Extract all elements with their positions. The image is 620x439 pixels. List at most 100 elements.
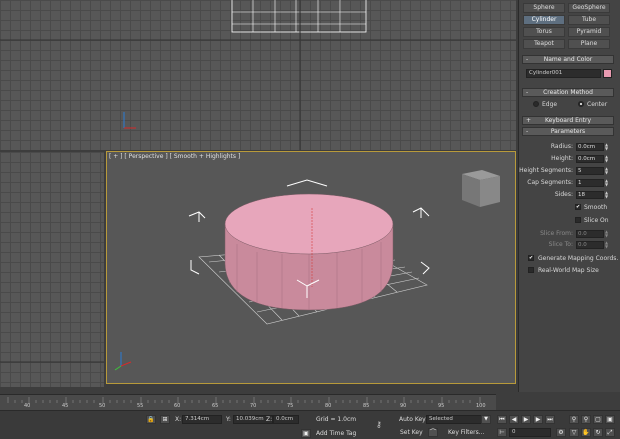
height-segments-spinner-icon[interactable]: ▲ ▼ <box>605 167 610 175</box>
sides-spinner-icon[interactable]: ▲ ▼ <box>605 191 610 199</box>
maximize-viewport-icon[interactable]: ⤢ <box>605 428 615 437</box>
timeline-tick: 85 <box>363 403 370 409</box>
top-view-geometry <box>0 0 516 150</box>
cap-segments-spinner-icon[interactable]: ▲ ▼ <box>605 179 610 187</box>
radius-field[interactable]: 0.0cm <box>576 143 604 151</box>
timeline-tick: 65 <box>212 403 219 409</box>
set-key-icon[interactable]: ⌒ <box>428 428 438 437</box>
zoom-icon[interactable]: ⚲ <box>569 415 579 424</box>
cylinder-button[interactable]: Cylinder <box>523 15 565 25</box>
previous-frame-icon[interactable]: ◀ <box>509 415 519 424</box>
timeline-tick: 60 <box>174 403 181 409</box>
timeline-tick: 50 <box>99 403 106 409</box>
play-icon[interactable]: ▶ <box>521 415 531 424</box>
viewport-perspective[interactable]: [ + ] [ Perspective ] [ Smooth + Highlig… <box>106 151 516 384</box>
name-and-color-rollout[interactable]: - Name and Color <box>522 55 614 64</box>
zoom-all-icon[interactable]: ⚲ <box>581 415 591 424</box>
timeline-tick: 40 <box>24 403 31 409</box>
cap-segments-field[interactable]: 1 <box>576 179 604 187</box>
z-coord-field[interactable]: 0.0cm <box>273 415 299 424</box>
slice-from-field[interactable]: 0.0 <box>576 230 604 238</box>
slice-to-field[interactable]: 0.0 <box>576 241 604 249</box>
orbit-icon[interactable]: ↻ <box>593 428 603 437</box>
set-key-button[interactable]: Set Key <box>400 429 423 436</box>
go-to-end-icon[interactable]: ⏭ <box>545 415 555 424</box>
tube-button[interactable]: Tube <box>568 15 610 25</box>
go-to-start-icon[interactable]: ⏮ <box>497 415 507 424</box>
teapot-button[interactable]: Teapot <box>523 39 565 49</box>
viewport-top[interactable] <box>0 0 516 150</box>
timeline-tick: 80 <box>325 403 332 409</box>
creation-method-rollout[interactable]: - Creation Method <box>522 88 614 97</box>
key-filters-button[interactable]: Key Filters... <box>448 429 485 436</box>
geosphere-button[interactable]: GeoSphere <box>568 3 610 13</box>
slice-on-checkbox[interactable] <box>575 217 581 223</box>
radius-spinner-icon[interactable]: ▲ ▼ <box>605 143 610 151</box>
x-coord-label: X: <box>175 416 182 423</box>
key-icon[interactable]: ⚷ <box>376 420 392 430</box>
current-frame-field[interactable]: 0 <box>509 428 551 437</box>
smooth-checkbox[interactable]: ✔ <box>575 204 581 210</box>
keyboard-entry-rollout[interactable]: + Keyboard Entry <box>522 116 614 125</box>
next-frame-icon[interactable]: ▶ <box>533 415 543 424</box>
zoom-extents-all-icon[interactable]: ▣ <box>605 415 615 424</box>
pyramid-button[interactable]: Pyramid <box>568 27 610 37</box>
cap-segments-label: Cap Segments: <box>527 179 573 186</box>
axis-gizmo-top-icon <box>123 112 136 129</box>
parameters-rollout[interactable]: - Parameters <box>522 127 614 136</box>
timeline-tick: 100 <box>476 403 486 409</box>
plane-button[interactable]: Plane <box>568 39 610 49</box>
generate-mapping-checkbox[interactable]: ✔ <box>528 255 534 261</box>
generate-mapping-label: Generate Mapping Coords. <box>538 255 619 262</box>
object-color-swatch[interactable] <box>603 69 612 78</box>
center-radio[interactable] <box>578 101 584 107</box>
edge-radio[interactable] <box>533 101 539 107</box>
key-mode-icon[interactable]: ⊢ <box>497 428 507 437</box>
timeline-tick: 70 <box>250 403 257 409</box>
torus-button[interactable]: Torus <box>523 27 565 37</box>
timeline-tick: 45 <box>62 403 69 409</box>
rollout-plus-icon: + <box>526 117 532 124</box>
sphere-button[interactable]: Sphere <box>523 3 565 13</box>
height-field[interactable]: 0.0cm <box>576 155 604 163</box>
real-world-map-size-checkbox[interactable] <box>528 267 534 273</box>
object-name-field[interactable]: Cylinder001 <box>526 69 601 78</box>
absolute-mode-icon[interactable]: ⊞ <box>160 415 170 424</box>
viewport-left[interactable] <box>0 152 104 387</box>
chevron-down-icon[interactable]: ▼ <box>481 415 491 424</box>
x-coord-field[interactable]: 7.314cm <box>182 415 222 424</box>
pan-icon[interactable]: ✋ <box>581 428 591 437</box>
axis-gizmo-perspective-icon <box>114 352 132 371</box>
radius-label: Radius: <box>550 143 573 150</box>
viewcube-icon <box>462 170 500 207</box>
creation-method-header: Creation Method <box>543 89 593 96</box>
slice-to-label: Slice To: <box>548 241 573 248</box>
rollout-minus-icon: - <box>526 56 529 63</box>
slice-on-label: Slice On <box>584 217 609 224</box>
add-time-tag-button[interactable]: Add Time Tag <box>316 430 356 437</box>
time-config-icon[interactable]: ⚙ <box>556 428 566 437</box>
sides-field[interactable]: 18 <box>576 191 604 199</box>
parameters-header: Parameters <box>550 128 586 135</box>
name-and-color-header: Name and Color <box>543 56 593 63</box>
lock-selection-icon[interactable]: 🔒 <box>146 415 156 424</box>
slice-to-spinner-icon[interactable]: ▲ ▼ <box>605 241 610 249</box>
zoom-extents-icon[interactable]: ▢ <box>593 415 603 424</box>
height-label: Height: <box>551 155 573 162</box>
auto-key-button[interactable]: Auto Key <box>399 416 426 423</box>
timeline-tick: 55 <box>137 403 144 409</box>
time-tag-icon[interactable]: ▣ <box>301 429 311 438</box>
height-segments-label: Height Segments: <box>519 167 573 174</box>
height-spinner-icon[interactable]: ▲ ▼ <box>605 155 610 163</box>
left-view-axes <box>0 361 104 363</box>
slice-from-spinner-icon[interactable]: ▲ ▼ <box>605 230 610 238</box>
slice-from-label: Slice From: <box>540 230 573 237</box>
field-of-view-icon[interactable]: ▽ <box>569 428 579 437</box>
height-segments-field[interactable]: 5 <box>576 167 604 175</box>
timeline-tick: 75 <box>287 403 294 409</box>
rollout-minus-icon: - <box>526 89 529 96</box>
keyboard-entry-header: Keyboard Entry <box>544 117 592 124</box>
center-label: Center <box>587 101 608 108</box>
timeline-track[interactable]: 40 45 50 55 60 65 70 75 80 85 90 95 100 <box>0 394 496 410</box>
timeline-ruler <box>7 397 481 403</box>
